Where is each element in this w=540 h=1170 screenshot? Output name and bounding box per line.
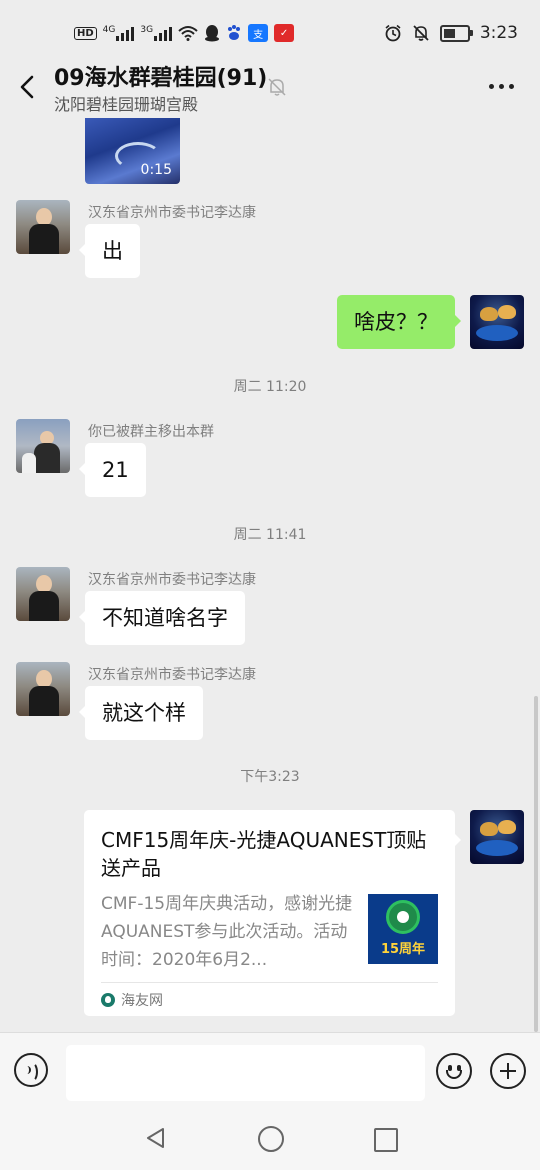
back-arrow-icon[interactable] [14,70,40,104]
system-navigation-bar [0,1110,540,1170]
qq-icon [205,25,220,42]
own-avatar[interactable] [470,810,524,864]
chat-messages[interactable]: 0:15 汉东省京州市委书记李达康 出 啥皮？？ 周二 11:20 你已被群主移… [0,118,540,1032]
link-share-card[interactable]: CMF15周年庆-光捷AQUANEST顶贴送产品 CMF-15周年庆典活动，感谢… [84,810,461,1016]
chat-header: 09海水群碧桂园(91) 沈阳碧桂园珊瑚宫殿 [0,56,540,118]
timestamp: 下午3:23 [240,769,300,785]
link-card-title: CMF15周年庆-光捷AQUANEST顶贴送产品 [101,828,427,880]
divider [101,982,438,983]
video-message[interactable]: 0:15 [85,118,180,184]
nav-recent-apps-icon[interactable] [374,1128,398,1152]
wifi-icon [178,26,198,41]
sender-name: 汉东省京州市委书记李达康 [88,667,256,683]
thumbnail-label: 15周年 [380,942,426,957]
link-card-description: CMF-15周年庆典活动，感谢光捷AQUANEST参与此次活动。活动时间：202… [101,894,353,970]
sender-name: 汉东省京州市委书记李达康 [88,572,256,588]
emoji-button[interactable] [436,1053,472,1089]
message-bubble[interactable]: 出 [79,224,140,278]
source-name: 海友网 [121,993,163,1009]
timestamp: 周二 11:41 [233,527,307,543]
status-right-icons: 3:23 [384,20,518,46]
chat-title: 09海水群碧桂园(91) [54,66,268,91]
notification-app-icon: ✓ [274,24,295,42]
alarm-icon [385,24,401,42]
source-logo-icon [101,993,115,1007]
message-bubble[interactable]: 不知道啥名字 [79,591,245,645]
more-options-icon[interactable] [489,84,514,89]
signal-3g-icon: 3G [140,25,173,41]
avatar[interactable] [16,567,70,621]
message-input[interactable] [66,1045,425,1101]
own-avatar[interactable] [470,295,524,349]
signal-4g-icon: 4G [103,25,135,41]
chat-subtitle: 沈阳碧桂园珊瑚宫殿 [54,95,199,114]
alipay-icon: 支 [248,24,269,42]
message-bubble[interactable]: 就这个样 [79,686,203,740]
silent-bell-icon [413,25,429,41]
battery-icon [439,24,473,42]
nav-back-icon[interactable] [144,1126,168,1150]
link-card-thumbnail: 15周年 [368,894,438,964]
nav-home-icon[interactable] [258,1126,284,1152]
sender-name: 你已被群主移出本群 [88,424,214,440]
timestamp: 周二 11:20 [233,379,307,395]
sender-name: 汉东省京州市委书记李达康 [88,205,256,221]
avatar[interactable] [16,662,70,716]
input-bar [0,1032,540,1111]
video-duration: 0:15 [140,162,172,178]
status-time: 3:23 [479,23,518,43]
own-message-bubble[interactable]: 啥皮？？ [337,295,461,349]
message-bubble[interactable]: 21 [79,443,146,497]
muted-bell-icon [268,78,286,96]
avatar[interactable] [16,200,70,254]
voice-input-button[interactable] [14,1053,48,1087]
avatar[interactable] [16,419,70,473]
more-functions-button[interactable] [490,1053,526,1089]
scrollbar[interactable] [534,696,538,1032]
baidu-paw-icon [228,25,241,40]
link-card-source: 海友网 [101,990,163,1010]
hd-icon: HD [74,26,97,40]
status-left-icons: HD 4G 3G 支 ✓ [74,22,295,44]
